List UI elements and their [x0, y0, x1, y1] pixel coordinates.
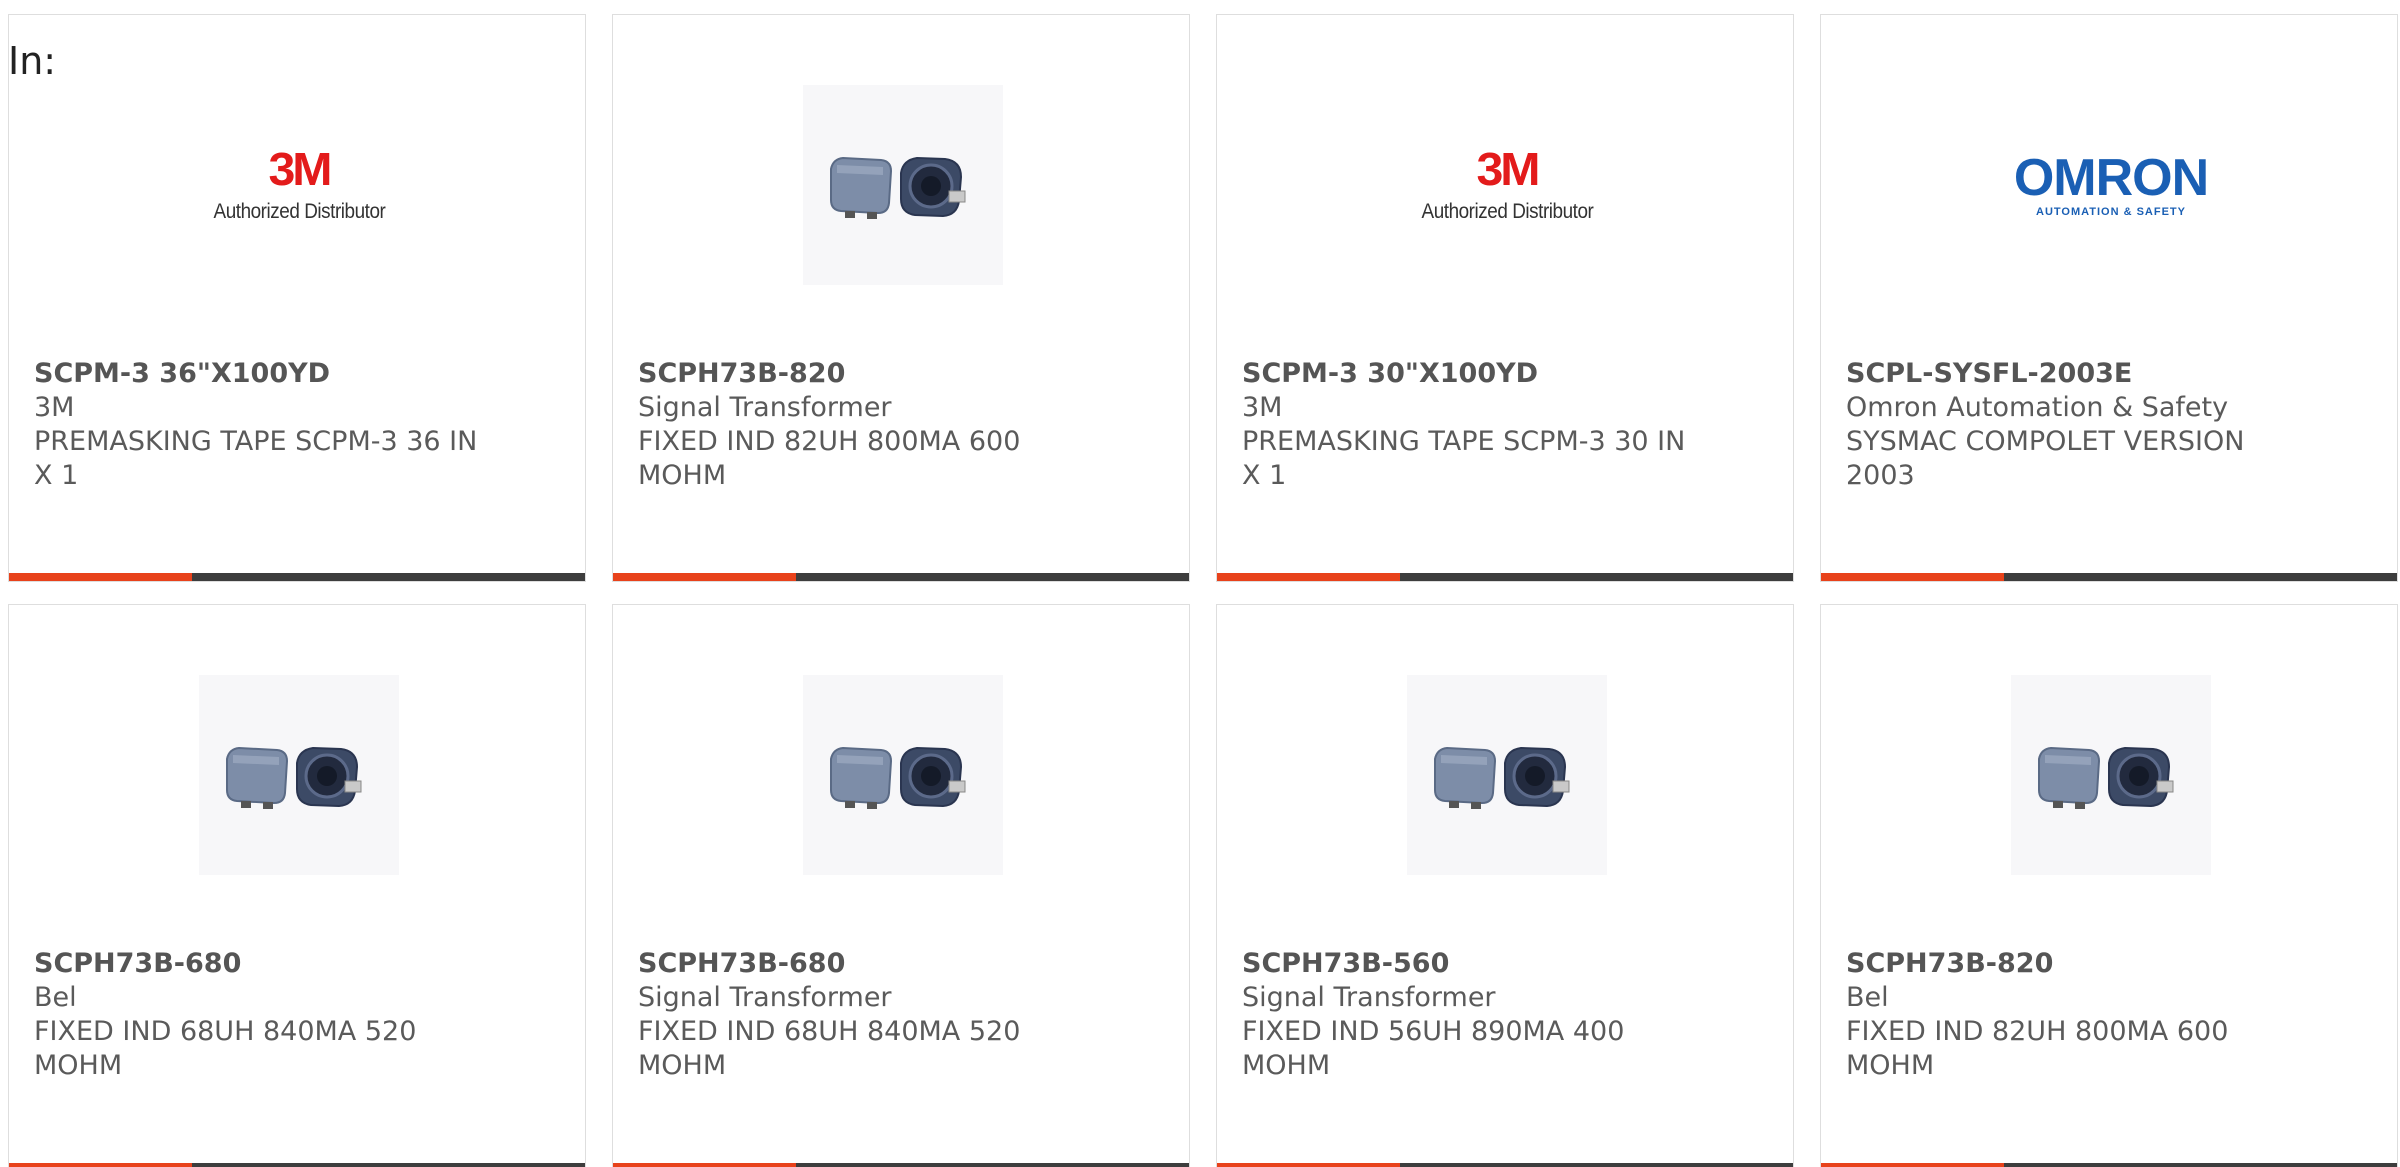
product-info: SCPH73B-680 Signal Transformer FIXED IND…: [638, 947, 1088, 1083]
card-bar-accent: [1821, 573, 2004, 581]
manufacturer-name: Bel: [1846, 982, 1889, 1013]
3m-logo: 3M Authorized Distributor: [1407, 146, 1607, 224]
product-info: SCPL-SYSFL-2003E Omron Automation & Safe…: [1846, 357, 2296, 493]
card-bottom-bar: [1821, 573, 2397, 581]
product-description: FIXED IND 68UH 840MA 520 MOHM: [638, 1016, 1021, 1081]
omron-logo-mark: OMRON: [2013, 149, 2209, 207]
product-card[interactable]: SCPH73B-820 Signal Transformer FIXED IND…: [612, 14, 1190, 582]
inductor-product-image[interactable]: [803, 675, 1003, 875]
product-description: FIXED IND 82UH 800MA 600 MOHM: [638, 426, 1021, 491]
card-bar-accent: [9, 1163, 192, 1167]
product-info: SCPH73B-820 Signal Transformer FIXED IND…: [638, 357, 1088, 493]
product-results-page: In: 3M Authorized Distributor SCPM-3 36"…: [0, 0, 2400, 1167]
manufacturer-name: Omron Automation & Safety: [1846, 392, 2229, 423]
product-card[interactable]: SCPH73B-820 Bel FIXED IND 82UH 800MA 600…: [1820, 604, 2398, 1167]
product-card[interactable]: 3M Authorized Distributor SCPM-3 30"X100…: [1216, 14, 1794, 582]
card-bottom-bar: [613, 1163, 1189, 1167]
card-bar-accent: [9, 573, 192, 581]
manufacturer-name: Bel: [34, 982, 77, 1013]
3m-logo-mark: 3M: [268, 143, 333, 195]
manufacturer-name: Signal Transformer: [638, 982, 892, 1013]
manufacturer-name: 3M: [1242, 392, 1283, 423]
part-number-link[interactable]: SCPH73B-820: [638, 357, 1088, 391]
inductor-icon: [1434, 746, 1570, 809]
3m-logo-subtitle: Authorized Distributor: [1421, 200, 1593, 223]
inductor-icon: [2038, 746, 2174, 809]
product-description: FIXED IND 82UH 800MA 600 MOHM: [1846, 1016, 2229, 1081]
part-number-link[interactable]: SCPM-3 30"X100YD: [1242, 357, 1692, 391]
inductor-product-image[interactable]: [2011, 675, 2211, 875]
3m-logo-mark: 3M: [1476, 143, 1541, 195]
manufacturer-name: Signal Transformer: [638, 392, 892, 423]
manufacturer-logo-image[interactable]: 3M Authorized Distributor: [1407, 85, 1607, 285]
product-grid: 3M Authorized Distributor SCPM-3 36"X100…: [8, 14, 2398, 1167]
product-description: PREMASKING TAPE SCPM-3 30 IN X 1: [1242, 426, 1686, 491]
inductor-icon: [226, 746, 362, 809]
manufacturer-name: 3M: [34, 392, 75, 423]
product-info: SCPM-3 36"X100YD 3M PREMASKING TAPE SCPM…: [34, 357, 484, 493]
product-description: FIXED IND 68UH 840MA 520 MOHM: [34, 1016, 417, 1081]
product-card[interactable]: SCPH73B-560 Signal Transformer FIXED IND…: [1216, 604, 1794, 1167]
product-info: SCPH73B-560 Signal Transformer FIXED IND…: [1242, 947, 1692, 1083]
omron-logo: OMRON AUTOMATION & SAFETY: [2011, 152, 2211, 218]
card-bar-accent: [1217, 1163, 1400, 1167]
card-bar-accent: [1821, 1163, 2004, 1167]
card-bar-accent: [613, 1163, 796, 1167]
product-info: SCPM-3 30"X100YD 3M PREMASKING TAPE SCPM…: [1242, 357, 1692, 493]
part-number-link[interactable]: SCPL-SYSFL-2003E: [1846, 357, 2296, 391]
inductor-product-image[interactable]: [803, 85, 1003, 285]
inductor-icon: [830, 746, 966, 809]
product-card[interactable]: SCPH73B-680 Signal Transformer FIXED IND…: [612, 604, 1190, 1167]
part-number-link[interactable]: SCPH73B-820: [1846, 947, 2296, 981]
product-info: SCPH73B-820 Bel FIXED IND 82UH 800MA 600…: [1846, 947, 2296, 1083]
3m-logo-subtitle: Authorized Distributor: [213, 200, 385, 223]
product-card[interactable]: SCPH73B-680 Bel FIXED IND 68UH 840MA 520…: [8, 604, 586, 1167]
3m-logo: 3M Authorized Distributor: [199, 146, 399, 224]
card-bottom-bar: [613, 573, 1189, 581]
part-number-link[interactable]: SCPH73B-680: [638, 947, 1088, 981]
part-number-link[interactable]: SCPH73B-680: [34, 947, 484, 981]
manufacturer-logo-image[interactable]: 3M Authorized Distributor: [199, 85, 399, 285]
product-card[interactable]: 3M Authorized Distributor SCPM-3 36"X100…: [8, 14, 586, 582]
product-description: FIXED IND 56UH 890MA 400 MOHM: [1242, 1016, 1625, 1081]
part-number-link[interactable]: SCPM-3 36"X100YD: [34, 357, 484, 391]
product-description: PREMASKING TAPE SCPM-3 36 IN X 1: [34, 426, 478, 491]
product-info: SCPH73B-680 Bel FIXED IND 68UH 840MA 520…: [34, 947, 484, 1083]
card-bottom-bar: [9, 573, 585, 581]
inductor-product-image[interactable]: [199, 675, 399, 875]
card-bottom-bar: [1217, 573, 1793, 581]
card-bottom-bar: [1217, 1163, 1793, 1167]
inductor-icon: [830, 156, 966, 219]
inductor-product-image[interactable]: [1407, 675, 1607, 875]
omron-logo-subtitle: AUTOMATION & SAFETY: [2036, 206, 2186, 218]
product-description: SYSMAC COMPOLET VERSION 2003: [1846, 426, 2245, 491]
card-bottom-bar: [9, 1163, 585, 1167]
manufacturer-logo-image[interactable]: OMRON AUTOMATION & SAFETY: [2011, 85, 2211, 285]
card-bar-accent: [1217, 573, 1400, 581]
card-bottom-bar: [1821, 1163, 2397, 1167]
product-card[interactable]: OMRON AUTOMATION & SAFETY SCPL-SYSFL-200…: [1820, 14, 2398, 582]
card-bar-accent: [613, 573, 796, 581]
manufacturer-name: Signal Transformer: [1242, 982, 1496, 1013]
filter-in-label: In:: [8, 39, 57, 83]
part-number-link[interactable]: SCPH73B-560: [1242, 947, 1692, 981]
